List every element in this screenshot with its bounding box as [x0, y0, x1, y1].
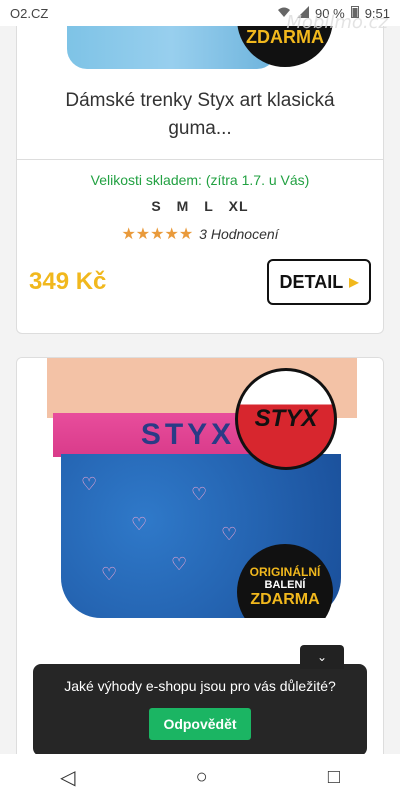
detail-button[interactable]: DETAIL ▶	[267, 259, 371, 305]
heart-icon: ♡	[221, 524, 238, 544]
size-s: S	[151, 198, 162, 214]
home-icon[interactable]: ○	[196, 766, 208, 789]
back-icon[interactable]: ◁	[60, 765, 75, 790]
size-l: L	[204, 198, 214, 214]
popup-toggle-button[interactable]: ⌄	[300, 645, 344, 669]
badge-line3: ZDARMA	[250, 591, 320, 608]
badge-line1: ORIGINÁLNÍ	[249, 565, 321, 579]
heart-icon: ♡	[191, 484, 208, 504]
chevron-right-icon: ▶	[349, 275, 359, 289]
rating-count: 3 Hodnocení	[199, 226, 279, 242]
heart-icon: ♡	[131, 514, 148, 534]
heart-icon: ♡	[81, 474, 98, 494]
carrier-label: O2.CZ	[10, 5, 49, 21]
heart-icon: ♡	[101, 564, 118, 584]
system-navigation-bar: ◁ ○ □	[0, 754, 400, 800]
size-m: M	[176, 198, 190, 214]
price: 349 Kč	[29, 268, 107, 295]
badge-line2: BALENÍ	[264, 579, 306, 591]
recents-icon[interactable]: □	[328, 766, 340, 789]
watermark: Mobilmo.cz	[286, 12, 388, 33]
detail-label: DETAIL	[279, 271, 344, 292]
star-rating-icon: ★★★★★	[121, 226, 194, 243]
product-title[interactable]: Dámské trenky Styx art klasická guma...	[17, 79, 383, 143]
sizes-availability: Velikosti skladem: (zítra 1.7. u Vás)	[90, 172, 310, 188]
logo-text: STYX	[254, 405, 318, 432]
chevron-down-icon: ⌄	[316, 650, 328, 664]
size-xl: XL	[228, 198, 249, 214]
divider	[17, 159, 383, 160]
product-card-1[interactable]: ZDARMA Dámské trenky Styx art klasická g…	[16, 0, 384, 334]
rating[interactable]: ★★★★★ 3 Hodnocení	[17, 224, 383, 244]
survey-question: Jaké výhody e-shopu jsou pro vás důležit…	[64, 678, 336, 694]
price-row: 349 Kč DETAIL ▶	[17, 259, 383, 305]
product-image-2[interactable]: STYX ♡ ♡ ♡ ♡ ♡ ♡ STYX ORIGINÁLNÍ BALENÍ …	[17, 358, 383, 618]
size-list: S M L XL	[17, 198, 383, 214]
styx-logo: STYX	[235, 368, 337, 470]
heart-icon: ♡	[171, 554, 188, 574]
survey-popup: Jaké výhody e-shopu jsou pro vás důležit…	[33, 664, 367, 756]
answer-button[interactable]: Odpovědět	[149, 708, 251, 740]
